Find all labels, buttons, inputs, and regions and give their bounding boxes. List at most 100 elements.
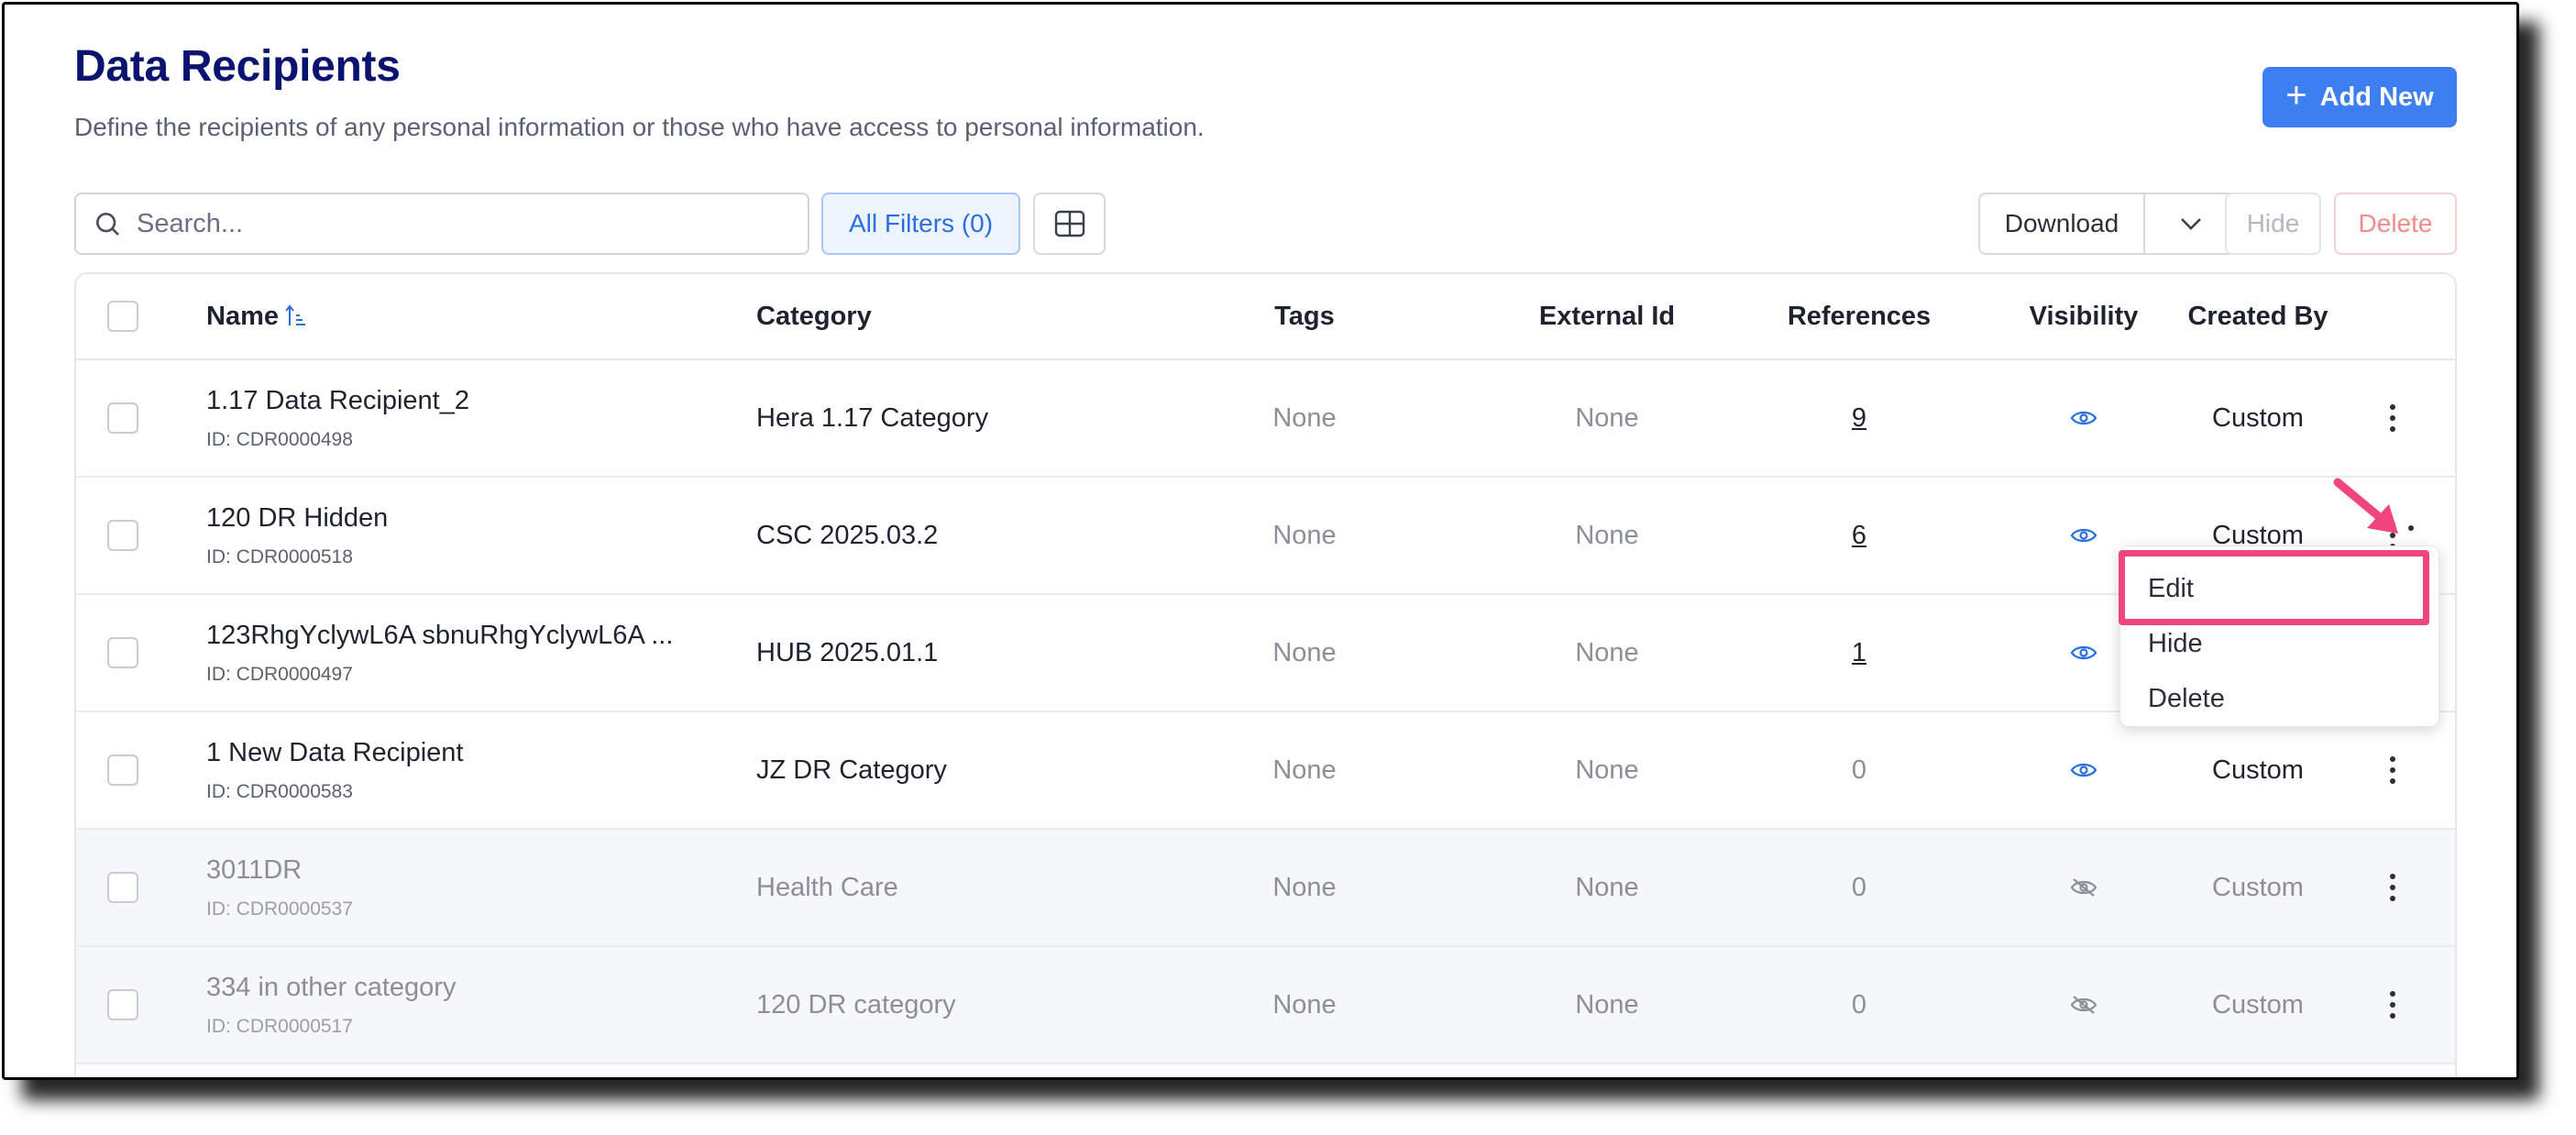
plus-icon: + [2285, 75, 2307, 116]
name-cell: 3011DR ID: CDR0000537 [206, 830, 353, 945]
external-id-cell: None [1575, 755, 1639, 785]
grid-icon [1054, 210, 1084, 237]
table-row[interactable]: 3011DR ID: CDR0000537 Health Care None No… [76, 830, 2455, 947]
name-cell: 120 DR Hidden ID: CDR0000518 [206, 478, 388, 593]
menu-item-delete[interactable]: Delete [2148, 684, 2225, 714]
delete-button[interactable]: Delete [2334, 193, 2457, 255]
row-actions-button[interactable] [2386, 830, 2399, 945]
row-actions-button[interactable] [2386, 360, 2399, 476]
external-id-cell: None [1575, 989, 1639, 1019]
row-checkbox[interactable] [107, 989, 138, 1020]
row-checkbox[interactable] [107, 872, 138, 903]
created-by-cell: Custom [2212, 755, 2304, 785]
references-link[interactable]: 1 [1852, 638, 1866, 668]
row-select-cell [107, 360, 138, 476]
column-name-label: Name [206, 301, 279, 331]
recipient-name[interactable]: 120 DR Hidden [206, 503, 388, 534]
row-select-cell [107, 830, 138, 945]
column-layout-button[interactable] [1033, 193, 1106, 255]
references-link[interactable]: 9 [1852, 403, 1866, 434]
download-button[interactable]: Download [1980, 194, 2145, 253]
created-by-cell: Custom [2212, 989, 2304, 1019]
sort-ascending-icon [285, 304, 305, 325]
tags-cell: None [1272, 755, 1337, 785]
column-created-by[interactable]: Created By [2120, 274, 2395, 358]
column-category[interactable]: Category [756, 274, 872, 358]
tags-cell: None [1272, 520, 1337, 550]
more-vertical-icon [2405, 525, 2417, 531]
chevron-down-icon [2181, 218, 2201, 230]
row-checkbox[interactable] [107, 637, 138, 668]
table-header: Name Category Tags External Id Reference… [76, 274, 2455, 360]
column-tags[interactable]: Tags [1213, 274, 1396, 358]
row-select-cell [107, 595, 138, 711]
category-cell: CSC 2025.03.2 [756, 520, 939, 550]
eye-icon[interactable] [2070, 760, 2097, 780]
edit-highlight-box [2119, 550, 2429, 625]
recipient-id: ID: CDR0000537 [206, 898, 353, 920]
add-new-label: Add New [2319, 82, 2434, 112]
eye-off-icon[interactable] [2070, 994, 2097, 1016]
eye-icon[interactable] [2070, 525, 2097, 545]
search-icon [96, 213, 119, 236]
more-vertical-icon [2386, 756, 2399, 784]
search-input[interactable] [137, 208, 778, 239]
recipient-id: ID: CDR0000497 [206, 663, 353, 685]
search-box [74, 193, 809, 255]
table-row[interactable]: 123RhgYclywL6A sbnuRhgYclywL6A ... ID: CD… [76, 595, 2455, 712]
table-row[interactable]: 1 New Data Recipient ID: CDR0000583 JZ DR… [76, 712, 2455, 830]
name-cell: 1.17 Data Recipient_2 ID: CDR0000498 [206, 360, 469, 476]
column-name[interactable]: Name [206, 274, 306, 358]
category-cell: 120 DR category [756, 989, 956, 1019]
page-subtitle: Define the recipients of any personal in… [74, 113, 1205, 141]
table-row[interactable]: 1.17 Data Recipient_2 ID: CDR0000498 Hera… [76, 360, 2455, 478]
download-group: Download [1978, 193, 2239, 255]
external-id-cell: None [1575, 402, 1639, 433]
recipient-name[interactable]: 1.17 Data Recipient_2 [206, 386, 469, 416]
annotation-arrow-icon [2333, 478, 2398, 534]
column-external-id[interactable]: External Id [1488, 274, 1726, 358]
tags-cell: None [1272, 402, 1337, 433]
name-cell: 123RhgYclywL6A sbnuRhgYclywL6A ... ID: CD… [206, 595, 673, 711]
category-cell: Health Care [756, 872, 898, 902]
row-select-cell [107, 947, 138, 1063]
row-select-cell [107, 478, 138, 593]
screenshot-frame: Data Recipients Define the recipients of… [2, 2, 2519, 1080]
table-row[interactable]: 120 DR Hidden ID: CDR0000518 CSC 2025.03.… [76, 478, 2455, 595]
row-checkbox[interactable] [107, 755, 138, 786]
table-row[interactable]: 334 in other category ID: CDR0000517 120 … [76, 947, 2455, 1064]
row-checkbox[interactable] [107, 402, 138, 434]
external-id-cell: None [1575, 872, 1639, 902]
menu-item-hide[interactable]: Hide [2148, 629, 2203, 659]
row-actions-button[interactable] [2386, 712, 2399, 828]
category-cell: JZ DR Category [756, 755, 947, 785]
name-cell: 334 in other category ID: CDR0000517 [206, 947, 456, 1063]
recipient-name[interactable]: 3011DR [206, 855, 353, 886]
hide-button[interactable]: Hide [2225, 193, 2321, 255]
row-actions-button[interactable] [2386, 947, 2399, 1063]
tags-cell: None [1272, 637, 1337, 667]
eye-off-icon[interactable] [2070, 876, 2097, 898]
add-new-button[interactable]: + Add New [2262, 67, 2457, 127]
row-select-cell [107, 712, 138, 828]
all-filters-button[interactable]: All Filters (0) [821, 193, 1020, 255]
category-cell: HUB 2025.01.1 [756, 637, 939, 667]
recipient-name[interactable]: 334 in other category [206, 973, 456, 1003]
tags-cell: None [1272, 989, 1337, 1019]
recipient-name[interactable]: 123RhgYclywL6A sbnuRhgYclywL6A ... [206, 621, 673, 651]
recipient-id: ID: CDR0000498 [206, 428, 353, 450]
select-all-checkbox[interactable] [107, 301, 138, 332]
references-link[interactable]: 6 [1852, 521, 1866, 551]
active-row-actions-button[interactable] [2405, 525, 2417, 531]
eye-icon[interactable] [2070, 643, 2097, 663]
recipient-name[interactable]: 1 New Data Recipient [206, 738, 463, 768]
download-dropdown-button[interactable] [2145, 194, 2237, 253]
created-by-cell: Custom [2212, 872, 2304, 902]
more-vertical-icon [2386, 404, 2399, 432]
page-title: Data Recipients [74, 42, 401, 91]
row-checkbox[interactable] [107, 520, 138, 551]
select-all-cell [107, 274, 138, 358]
category-cell: Hera 1.17 Category [756, 402, 989, 433]
eye-icon[interactable] [2070, 408, 2097, 428]
recipient-id: ID: CDR0000583 [206, 780, 353, 802]
